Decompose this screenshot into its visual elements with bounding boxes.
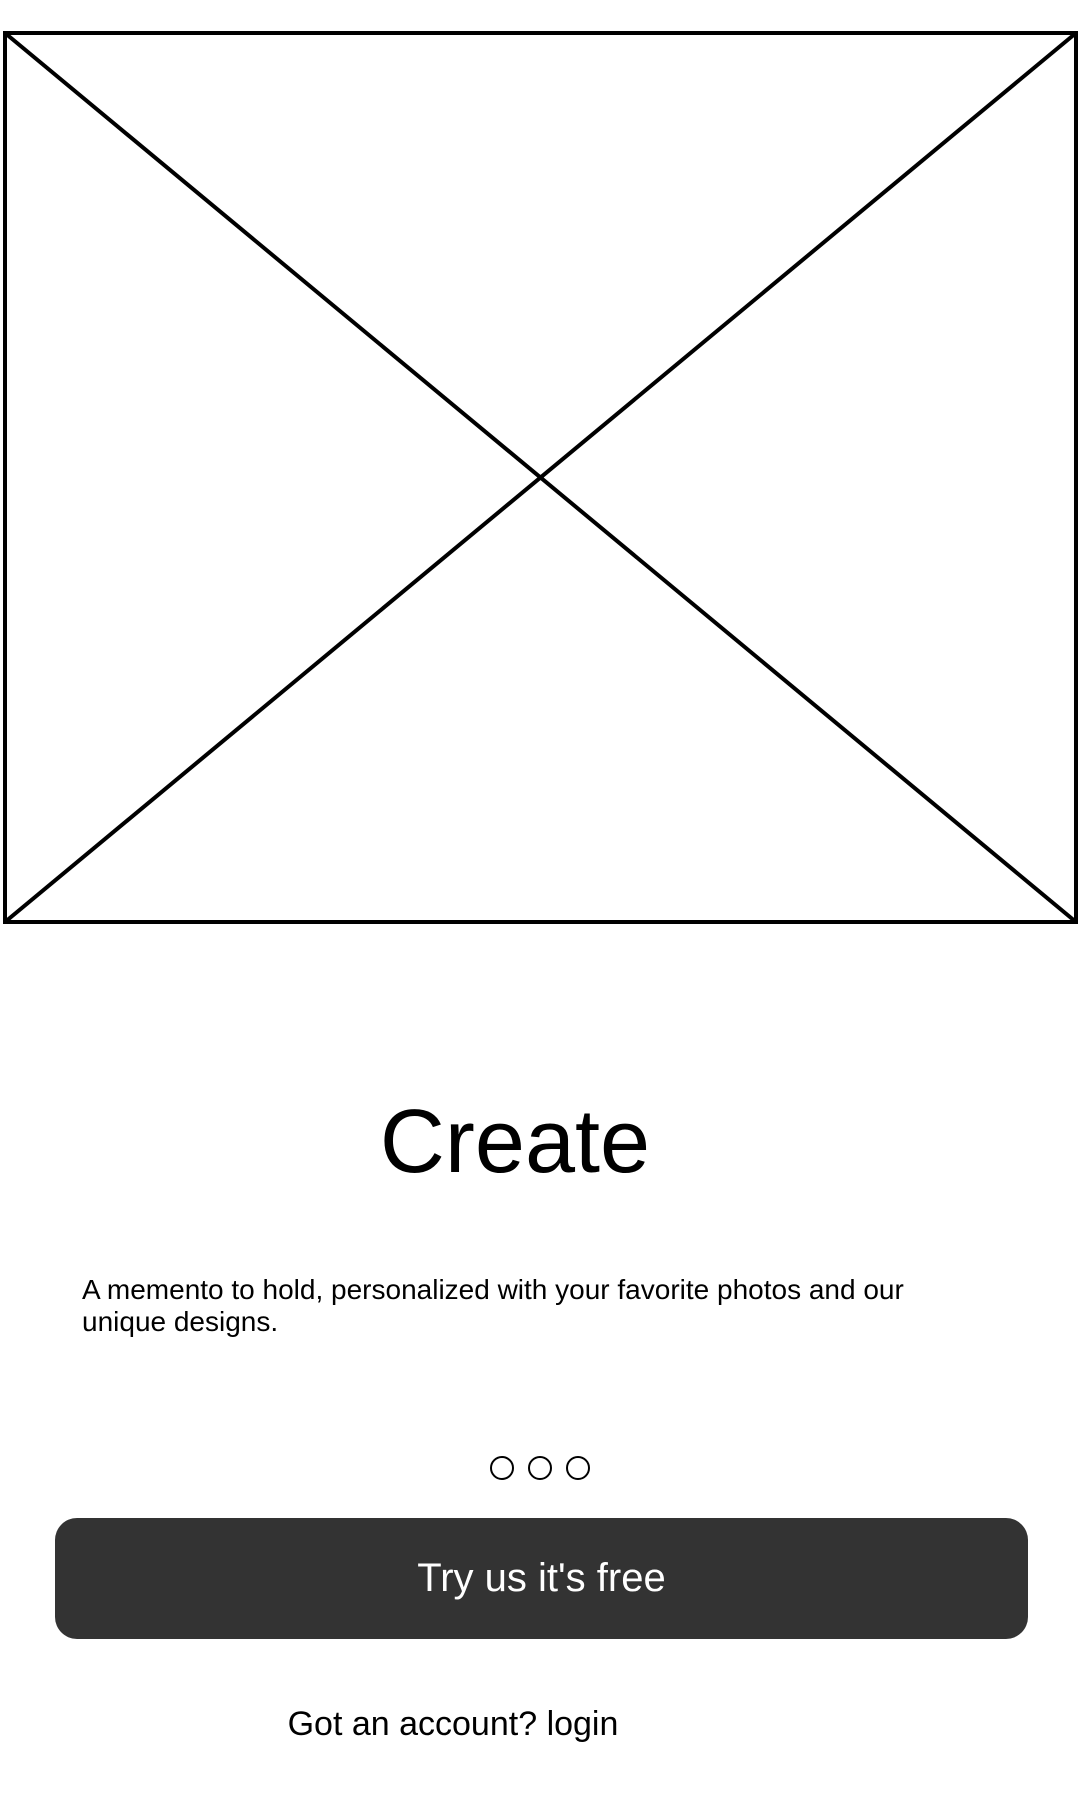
try-free-button[interactable]: Try us it's free — [55, 1518, 1028, 1639]
hero-image-placeholder — [3, 31, 1078, 924]
page-indicator — [0, 1456, 1080, 1484]
image-placeholder-icon — [3, 31, 1078, 924]
page-title: Create — [379, 1092, 651, 1192]
onboarding-description: A memento to hold, personalized with you… — [82, 1274, 904, 1337]
page-indicator-dot[interactable] — [490, 1456, 514, 1480]
login-prompt: Got an account? login — [0, 1704, 906, 1744]
login-prompt-text: Got an account? — [287, 1705, 538, 1743]
page-indicator-dot[interactable] — [566, 1456, 590, 1480]
page-indicator-dot[interactable] — [528, 1456, 552, 1480]
login-link[interactable]: login — [547, 1705, 619, 1743]
